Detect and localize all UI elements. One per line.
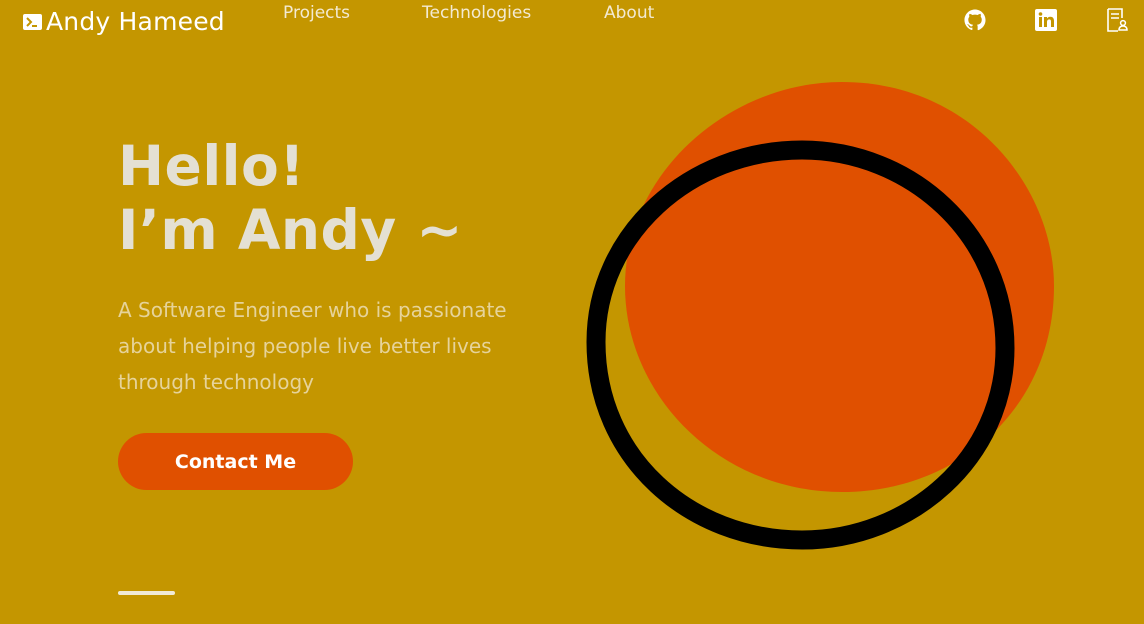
resume-icon: [1107, 8, 1128, 32]
scroll-indicator: [118, 591, 175, 595]
hero-title: Hello! I’m Andy ~: [118, 134, 463, 262]
hero-title-line1: Hello!: [118, 134, 305, 198]
linkedin-icon: [1035, 9, 1057, 31]
nav-link-about[interactable]: About: [604, 2, 654, 24]
linkedin-link[interactable]: [1035, 8, 1057, 32]
social-links: [964, 8, 1128, 32]
terminal-icon: [23, 14, 42, 30]
nav-link-projects[interactable]: Projects: [283, 2, 422, 24]
contact-me-button[interactable]: Contact Me: [118, 433, 353, 490]
hero-subtitle: A Software Engineer who is passionate ab…: [118, 298, 507, 394]
main-nav: Projects Technologies About: [283, 2, 654, 24]
github-icon: [964, 9, 986, 31]
page: Andy Hameed Projects Technologies About: [0, 0, 1144, 624]
hero-illustration: [586, 82, 1054, 550]
resume-link[interactable]: [1106, 8, 1128, 32]
github-link[interactable]: [964, 8, 986, 32]
brand-logo-link[interactable]: Andy Hameed: [23, 6, 225, 38]
brand-name: Andy Hameed: [46, 7, 225, 36]
hero-title-line2: I’m Andy ~: [118, 198, 463, 262]
nav-link-technologies[interactable]: Technologies: [422, 2, 604, 24]
